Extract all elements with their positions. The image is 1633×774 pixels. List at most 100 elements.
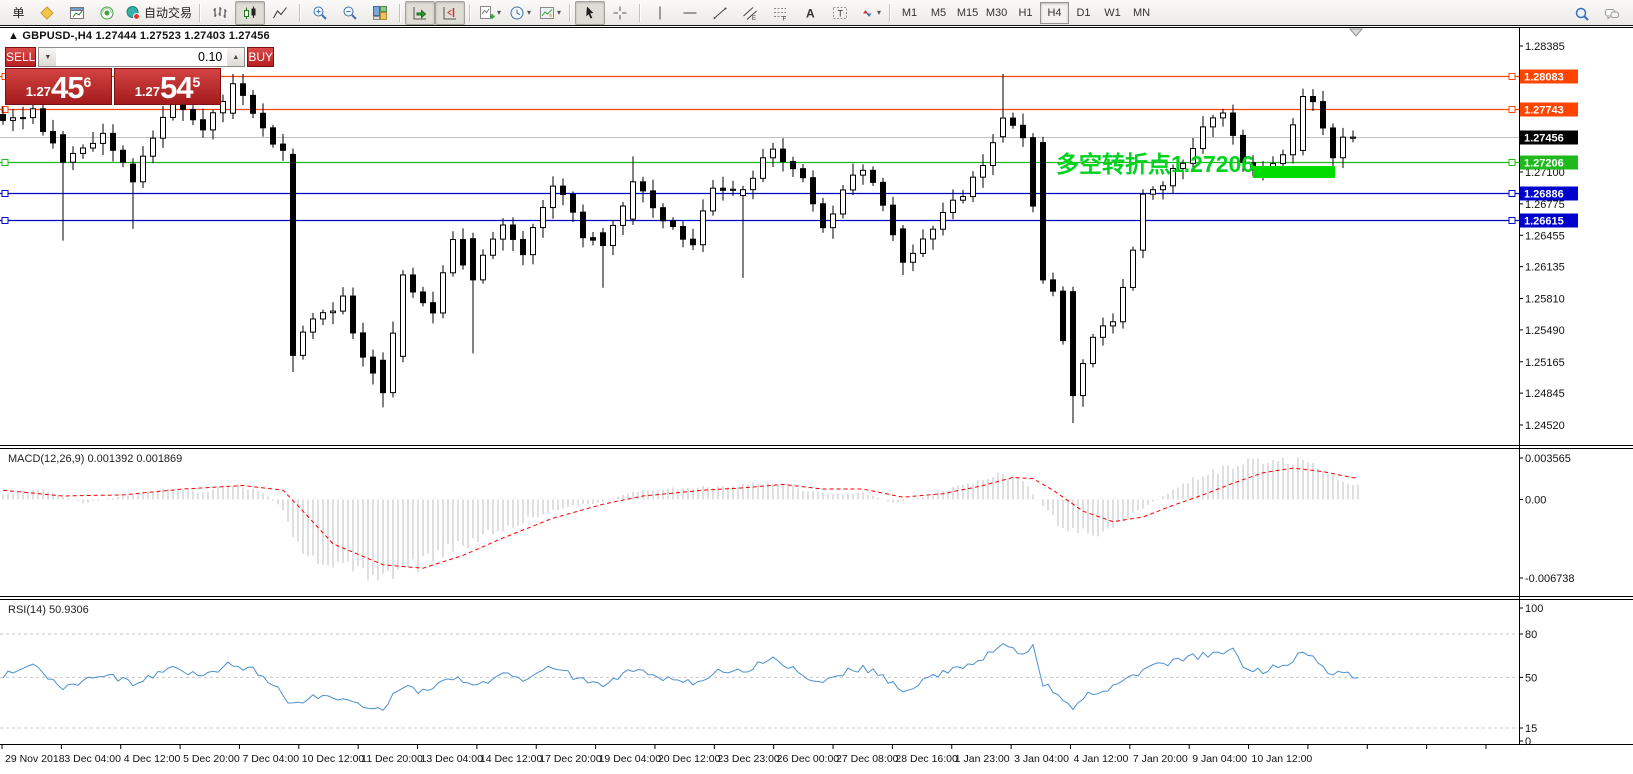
zoomin-icon xyxy=(312,5,328,21)
chevron-down-icon[interactable]: ▾ xyxy=(557,8,561,17)
candle-body xyxy=(931,229,936,239)
buy-button[interactable]: BUY xyxy=(247,47,274,67)
candle-body xyxy=(441,273,446,313)
line-chart-button[interactable] xyxy=(265,1,295,25)
bar-chart-button[interactable] xyxy=(205,1,235,25)
candle xyxy=(301,326,306,360)
candle xyxy=(1081,359,1086,407)
sell-button[interactable]: SELL xyxy=(5,47,36,67)
candle xyxy=(571,191,576,222)
volume-increase-button[interactable]: ▲ xyxy=(227,48,244,66)
candle-body xyxy=(101,133,106,143)
timeframe-button-M15[interactable]: M15 xyxy=(953,2,982,24)
new-chart-button[interactable] xyxy=(62,1,92,25)
timeframe-button-H1[interactable]: H1 xyxy=(1011,2,1040,24)
candle-body xyxy=(341,296,346,311)
candle xyxy=(291,148,296,372)
timeframe-button-MN[interactable]: MN xyxy=(1127,2,1156,24)
search-button[interactable] xyxy=(1567,2,1597,26)
candle xyxy=(541,200,546,238)
candle xyxy=(141,146,146,188)
timeframe-button-W1[interactable]: W1 xyxy=(1098,2,1127,24)
line-handle[interactable] xyxy=(1509,160,1515,166)
vertical-line-button[interactable] xyxy=(645,1,675,25)
timeframe-button-M30[interactable]: M30 xyxy=(982,2,1011,24)
chart-shift-marker[interactable] xyxy=(1350,29,1362,36)
candle-body xyxy=(1341,137,1346,158)
autoscroll-icon xyxy=(412,5,428,21)
candle xyxy=(841,185,846,218)
signal-icon xyxy=(99,5,115,21)
time-axis-label: 29 Nov 2018 xyxy=(5,753,65,765)
line-handle[interactable] xyxy=(1509,218,1515,224)
chat-button[interactable] xyxy=(1597,2,1627,26)
fibonacci-button[interactable]: F xyxy=(765,1,795,25)
volume-decrease-button[interactable]: ▼ xyxy=(39,48,56,66)
tile-windows-button[interactable] xyxy=(365,1,395,25)
timeframe-button-H4[interactable]: H4 xyxy=(1040,2,1069,24)
chevron-down-icon[interactable]: ▾ xyxy=(527,8,531,17)
candle xyxy=(51,120,56,149)
macd-tick-label: 0.003565 xyxy=(1525,453,1571,465)
time-axis-label: 3 Jan 04:00 xyxy=(1014,753,1069,765)
candle xyxy=(1051,273,1056,297)
equidistant-channel-button[interactable]: E xyxy=(735,1,765,25)
annotation-text[interactable]: 多空转折点1.27206 xyxy=(1056,151,1254,177)
volume-input[interactable] xyxy=(56,48,227,66)
candle-body xyxy=(1011,118,1016,125)
text-button[interactable]: A xyxy=(795,1,825,25)
candle-body xyxy=(1231,113,1236,135)
chat-icon xyxy=(1604,6,1620,22)
timeframe-button-D1[interactable]: D1 xyxy=(1069,2,1098,24)
candle-body xyxy=(271,128,276,144)
sell-price-box[interactable]: 1.27456 xyxy=(5,68,112,105)
candle-body xyxy=(1211,118,1216,127)
templates-button[interactable]: ▾ xyxy=(535,1,565,25)
candle xyxy=(121,145,126,167)
candle xyxy=(711,180,716,216)
timeframe-button-M5[interactable]: M5 xyxy=(924,2,953,24)
candle xyxy=(941,203,946,236)
chevron-down-icon[interactable]: ▾ xyxy=(497,8,501,17)
auto-scroll-button[interactable] xyxy=(405,1,435,25)
toolbar-separator xyxy=(399,4,401,22)
chart-shift-button[interactable] xyxy=(435,1,465,25)
highlight-rectangle[interactable] xyxy=(1253,166,1335,178)
rsi-tick-label: 0 xyxy=(1525,736,1531,748)
arrows-button[interactable]: ▾ xyxy=(855,1,885,25)
candle xyxy=(341,287,346,314)
text-label-button[interactable]: T xyxy=(825,1,855,25)
horizontal-line-button[interactable] xyxy=(675,1,705,25)
cursor-button[interactable] xyxy=(575,1,605,25)
signals-button[interactable] xyxy=(92,1,122,25)
zoom-in-button[interactable] xyxy=(305,1,335,25)
robot-icon xyxy=(125,5,141,21)
new-order-button[interactable]: 单 xyxy=(2,1,32,25)
crosshair-button[interactable] xyxy=(605,1,635,25)
price-tick-label: 1.28385 xyxy=(1525,41,1565,53)
line-handle[interactable] xyxy=(1509,74,1515,80)
yellow-diamond-button[interactable] xyxy=(32,1,62,25)
candle-body xyxy=(511,225,516,239)
line-handle[interactable] xyxy=(1509,107,1515,113)
candlestick-chart-button[interactable] xyxy=(235,1,265,25)
candle-body xyxy=(811,178,816,204)
indicators-button[interactable]: ▾ xyxy=(475,1,505,25)
autotrading-button[interactable]: 自动交易 xyxy=(122,1,195,25)
search-icon xyxy=(1574,6,1590,22)
candle-body xyxy=(251,95,256,113)
candle-body xyxy=(131,164,136,182)
line-handle[interactable] xyxy=(2,218,8,224)
timeframe-button-M1[interactable]: M1 xyxy=(895,2,924,24)
line-handle[interactable] xyxy=(2,160,8,166)
periods-button[interactable]: ▾ xyxy=(505,1,535,25)
line-handle[interactable] xyxy=(1509,191,1515,197)
line-handle[interactable] xyxy=(2,191,8,197)
chevron-down-icon[interactable]: ▾ xyxy=(877,8,881,17)
candle-body xyxy=(781,149,786,161)
candle xyxy=(661,203,666,228)
zoom-out-button[interactable] xyxy=(335,1,365,25)
buy-price-box[interactable]: 1.27545 xyxy=(114,68,221,105)
rsi-tick-label: 80 xyxy=(1525,629,1537,641)
trendline-button[interactable] xyxy=(705,1,735,25)
